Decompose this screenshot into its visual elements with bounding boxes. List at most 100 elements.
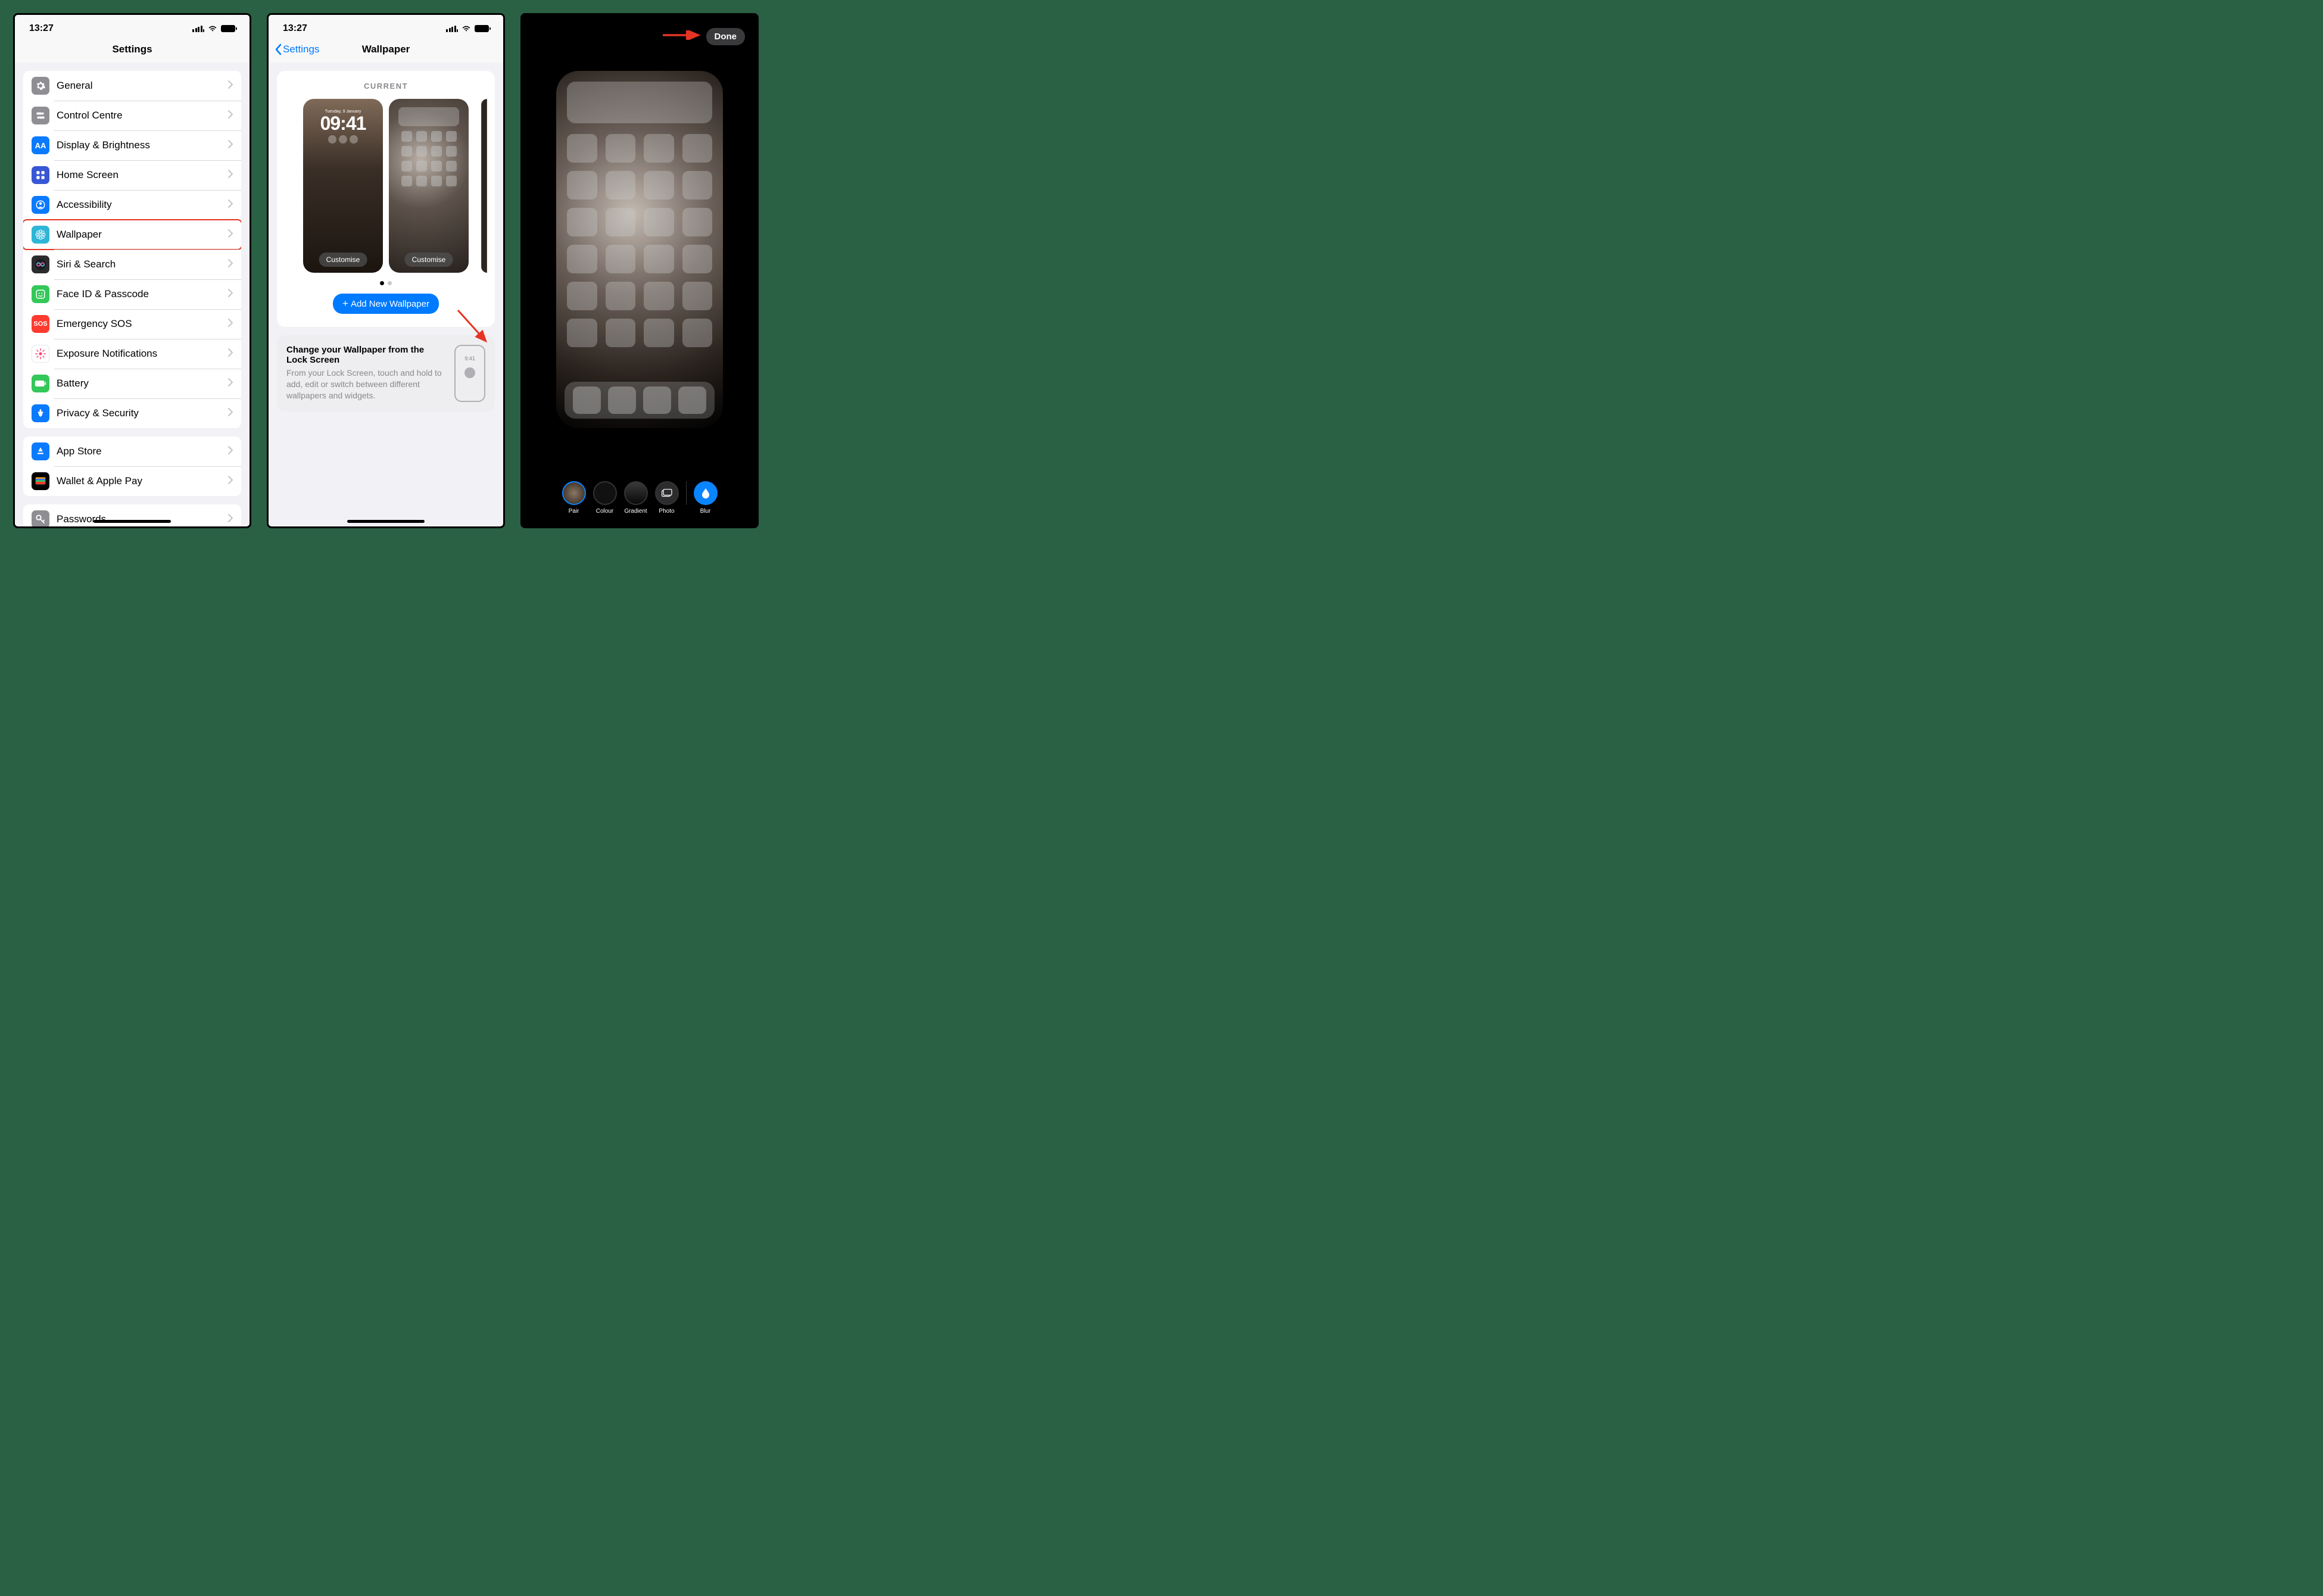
settings-row-wallet-apple-pay[interactable]: Wallet & Apple Pay <box>23 466 241 496</box>
settings-row-wallpaper[interactable]: Wallpaper <box>23 220 241 250</box>
option-photo[interactable]: Photo <box>655 481 679 515</box>
photo-icon <box>662 489 672 497</box>
chevron-right-icon <box>228 200 233 211</box>
battery-icon <box>221 25 235 32</box>
row-label: Face ID & Passcode <box>57 288 228 300</box>
chevron-right-icon <box>228 170 233 181</box>
flower-icon <box>32 226 49 244</box>
hand-icon <box>32 404 49 422</box>
chevron-right-icon <box>228 80 233 92</box>
chevron-right-icon <box>228 446 233 457</box>
wallet-icon <box>32 472 49 490</box>
wifi-icon <box>462 25 471 32</box>
customise-home-button[interactable]: Customise <box>405 253 453 267</box>
row-label: Siri & Search <box>57 258 228 270</box>
settings-row-siri-search[interactable]: Siri & Search <box>23 250 241 279</box>
dock-placeholder <box>565 382 715 419</box>
settings-row-passwords[interactable]: Passwords <box>23 504 241 528</box>
chevron-right-icon <box>228 259 233 270</box>
settings-row-privacy-security[interactable]: Privacy & Security <box>23 398 241 428</box>
row-label: Exposure Notifications <box>57 348 228 360</box>
chevron-right-icon <box>228 110 233 121</box>
row-label: Control Centre <box>57 110 228 121</box>
settings-row-emergency-sos[interactable]: SOS Emergency SOS <box>23 309 241 339</box>
astore-icon <box>32 442 49 460</box>
settings-row-app-store[interactable]: App Store <box>23 437 241 466</box>
row-label: Emergency SOS <box>57 318 228 330</box>
battery-icon <box>475 25 489 32</box>
status-bar: 13:27 <box>15 15 250 36</box>
page-title: Settings <box>112 43 152 55</box>
face-icon <box>32 285 49 303</box>
settings-screen: 13:27 Settings General Control Centre AA Di… <box>13 13 251 528</box>
home-indicator <box>93 520 171 523</box>
batt-icon <box>32 375 49 392</box>
chevron-right-icon <box>228 476 233 487</box>
settings-row-general[interactable]: General <box>23 71 241 101</box>
option-pair[interactable]: Pair <box>562 481 586 515</box>
arrow-annotation <box>453 306 495 351</box>
nav-bar: Settings Wallpaper <box>269 36 503 63</box>
tip-title: Change your Wallpaper from the Lock Scre… <box>286 345 446 365</box>
row-label: Passwords <box>57 513 228 525</box>
settings-row-face-id-passcode[interactable]: Face ID & Passcode <box>23 279 241 309</box>
row-label: Privacy & Security <box>57 407 228 419</box>
key-icon <box>32 510 49 528</box>
settings-section-3: Passwords <box>23 504 241 528</box>
drop-icon <box>701 488 710 498</box>
row-label: Home Screen <box>57 169 228 181</box>
tip-body: From your Lock Screen, touch and hold to… <box>286 367 446 401</box>
grid-icon <box>32 166 49 184</box>
settings-row-battery[interactable]: Battery <box>23 369 241 398</box>
settings-row-display-brightness[interactable]: AA Display & Brightness <box>23 130 241 160</box>
exp-icon <box>32 345 49 363</box>
status-time: 13:27 <box>283 23 307 34</box>
lockscreen-preview[interactable]: Tuesday, 9 January 09:41 Customise <box>303 99 383 273</box>
settings-row-exposure-notifications[interactable]: Exposure Notifications <box>23 339 241 369</box>
row-label: Wallpaper <box>57 229 228 241</box>
row-label: Battery <box>57 378 228 389</box>
siri-icon <box>32 255 49 273</box>
wallpaper-options-bar: Pair Colour Gradient Photo Blur <box>522 481 757 515</box>
plus-icon: + <box>342 298 348 310</box>
settings-row-accessibility[interactable]: Accessibility <box>23 190 241 220</box>
chevron-right-icon <box>228 319 233 330</box>
chevron-right-icon <box>228 378 233 389</box>
next-wallpaper-peek[interactable] <box>481 99 487 273</box>
status-bar: 13:27 <box>269 15 503 36</box>
chevron-right-icon <box>228 408 233 419</box>
wifi-icon <box>208 25 217 32</box>
gear-icon <box>32 77 49 95</box>
arrow-annotation <box>663 30 704 40</box>
switches-icon <box>32 107 49 124</box>
customise-lock-button[interactable]: Customise <box>319 253 367 267</box>
done-button[interactable]: Done <box>706 28 746 45</box>
back-button[interactable]: Settings <box>275 43 319 55</box>
person-icon <box>32 196 49 214</box>
signal-icon <box>446 26 458 32</box>
row-label: App Store <box>57 445 228 457</box>
option-gradient[interactable]: Gradient <box>624 481 648 515</box>
row-label: Wallet & Apple Pay <box>57 475 228 487</box>
row-label: Accessibility <box>57 199 228 211</box>
option-colour[interactable]: Colour <box>593 481 617 515</box>
aa-icon: AA <box>32 136 49 154</box>
homescreen-preview[interactable]: Customise <box>389 99 469 273</box>
status-time: 13:27 <box>29 23 54 34</box>
row-label: General <box>57 80 228 92</box>
row-label: Display & Brightness <box>57 139 228 151</box>
settings-row-control-centre[interactable]: Control Centre <box>23 101 241 130</box>
homescreen-large-preview[interactable] <box>556 71 723 428</box>
signal-icon <box>192 26 204 32</box>
wallpaper-screen: 13:27 Settings Wallpaper CURRENT Tuesday… <box>267 13 505 528</box>
sos-icon: SOS <box>32 315 49 333</box>
current-wallpaper-card: CURRENT Tuesday, 9 January 09:41 Customi… <box>277 71 495 327</box>
lock-clock: 09:41 <box>303 114 383 133</box>
chevron-right-icon <box>228 289 233 300</box>
settings-row-home-screen[interactable]: Home Screen <box>23 160 241 190</box>
chevron-right-icon <box>228 348 233 360</box>
add-new-wallpaper-button[interactable]: +Add New Wallpaper <box>333 294 439 314</box>
nav-bar: Settings <box>15 36 250 63</box>
widget-placeholder <box>567 82 712 123</box>
option-blur[interactable]: Blur <box>694 481 718 515</box>
